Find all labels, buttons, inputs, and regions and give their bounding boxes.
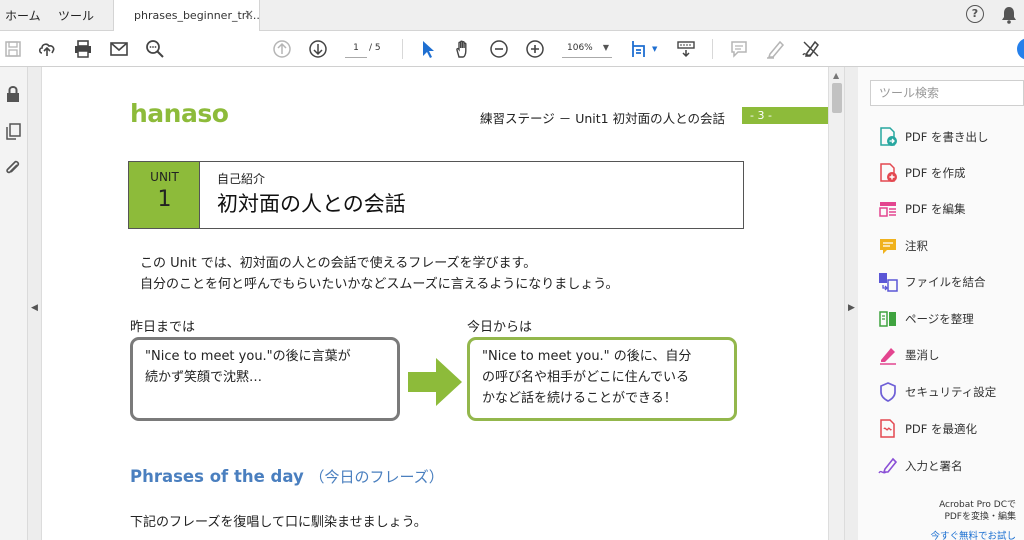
unit-subtitle: 自己紹介 bbox=[217, 172, 266, 186]
page-number-input[interactable]: 1 bbox=[345, 40, 367, 58]
zoom-value: 106% bbox=[567, 43, 593, 53]
before-bubble: "Nice to meet you."の後に言葉が 続かず笑顔で沈黙… bbox=[130, 337, 400, 421]
redact-icon bbox=[880, 348, 896, 365]
phrases-heading-jp: （今日のフレーズ） bbox=[309, 468, 444, 486]
tab-bar: ホーム ツール phrases_beginner_tri... × ? bbox=[0, 0, 1024, 32]
tool-label: ページを整理 bbox=[905, 312, 974, 326]
tool-label: PDF を書き出し bbox=[905, 130, 989, 144]
organize-pages-icon bbox=[879, 311, 896, 327]
nav-tab-home[interactable]: ホーム bbox=[5, 7, 41, 24]
bubble-line: の呼び名や相手がどこに住んでいる bbox=[482, 370, 689, 385]
help-icon[interactable]: ? bbox=[966, 5, 984, 23]
chevron-right-icon: ▶ bbox=[848, 303, 855, 313]
account-avatar[interactable] bbox=[1017, 38, 1024, 60]
right-panel-toggle[interactable]: ▶ bbox=[844, 67, 858, 540]
page-number-badge: - 3 - bbox=[742, 107, 828, 124]
copy-pages-icon[interactable] bbox=[3, 121, 23, 141]
chevron-left-icon: ◀ bbox=[31, 303, 38, 313]
tool-label: セキュリティ設定 bbox=[905, 385, 997, 399]
unit-banner: UNIT 1 自己紹介 初対面の人との会話 bbox=[128, 161, 744, 229]
bubble-line: "Nice to meet you."の後に言葉が bbox=[145, 349, 351, 364]
phrases-heading: Phrases of the day （今日のフレーズ） bbox=[130, 466, 444, 487]
export-pdf-icon bbox=[880, 127, 897, 146]
bubble-line: "Nice to meet you." の後に、自分 bbox=[482, 349, 692, 364]
unit-badge: UNIT 1 bbox=[129, 162, 200, 228]
tool-search-input[interactable]: ツール検索 bbox=[870, 80, 1024, 106]
zoom-search-icon[interactable] bbox=[145, 39, 165, 59]
zoom-out-icon[interactable] bbox=[489, 39, 509, 59]
highlight-icon[interactable] bbox=[765, 39, 785, 59]
hanaso-logo: hanaso bbox=[130, 99, 229, 128]
toolbar-divider bbox=[712, 39, 713, 59]
tool-label: 墨消し bbox=[905, 348, 940, 362]
document-page: hanaso 練習ステージ － Unit1 初対面の人との会話 - 3 - UN… bbox=[42, 67, 828, 540]
unit-title: 初対面の人との会話 bbox=[217, 192, 406, 216]
before-heading: 昨日までは bbox=[130, 320, 196, 335]
tool-label: PDF を編集 bbox=[905, 202, 966, 216]
bubble-line: 続かず笑顔で沈黙… bbox=[145, 370, 263, 385]
lock-icon[interactable] bbox=[3, 84, 23, 104]
tool-label: 入力と署名 bbox=[905, 459, 963, 473]
tool-label: PDF を作成 bbox=[905, 166, 966, 180]
document-tab[interactable]: phrases_beginner_tri... × bbox=[113, 0, 260, 32]
document-tab-title: phrases_beginner_tri... bbox=[134, 9, 260, 22]
select-arrow-icon[interactable] bbox=[418, 39, 438, 59]
instruction-text: 下記のフレーズを復唱して口に馴染ませましょう。 bbox=[130, 515, 427, 530]
hand-icon[interactable] bbox=[453, 39, 473, 59]
free-trial-link[interactable]: 今すぐ無料でお試し bbox=[930, 528, 1016, 540]
left-panel-toggle[interactable]: ◀ bbox=[28, 67, 42, 540]
bubble-line: かなど話を続けることができる！ bbox=[482, 391, 677, 406]
optimize-pdf-icon bbox=[880, 419, 895, 438]
scrollbar-thumb[interactable] bbox=[832, 83, 842, 113]
intro-line: この Unit では、初対面の人との会話で使えるフレーズを学びます。 bbox=[140, 256, 537, 271]
tool-label: 注釈 bbox=[905, 239, 928, 253]
unit-label: UNIT bbox=[150, 170, 179, 184]
upload-icon[interactable] bbox=[37, 39, 57, 59]
scroll-mode-icon[interactable] bbox=[676, 39, 696, 59]
after-bubble: "Nice to meet you." の後に、自分 の呼び名や相手がどこに住ん… bbox=[467, 337, 737, 421]
zoom-in-icon[interactable] bbox=[525, 39, 545, 59]
toolbar-divider bbox=[402, 39, 403, 59]
after-heading: 今日からは bbox=[467, 320, 533, 335]
bell-icon[interactable] bbox=[1001, 6, 1017, 24]
chevron-down-icon: ▼ bbox=[602, 43, 609, 52]
fit-page-icon[interactable] bbox=[630, 39, 650, 59]
save-icon[interactable] bbox=[3, 39, 23, 59]
vertical-scrollbar[interactable]: ▲ bbox=[828, 67, 844, 540]
tools-panel: ツール検索 PDF を書き出し PDF を作成 PDF を編集 注釈 ファイルを… bbox=[858, 67, 1024, 540]
close-tab-icon[interactable]: × bbox=[244, 7, 254, 21]
toolbar: 1 / 5 106% ▼ ▼ bbox=[0, 31, 1024, 67]
intro-line: 自分のことを何と呼んでもらいたいかなどスムーズに言えるようになりましょう。 bbox=[140, 277, 619, 292]
promo-line: Acrobat Pro DCで bbox=[939, 500, 1016, 510]
scroll-up-icon[interactable]: ▲ bbox=[833, 71, 839, 80]
unit-number: 1 bbox=[157, 187, 172, 212]
nav-tab-tools[interactable]: ツール bbox=[58, 7, 94, 24]
shield-icon bbox=[880, 382, 896, 402]
zoom-select[interactable]: 106% ▼ bbox=[562, 40, 612, 58]
promo-text: Acrobat Pro DCで PDFを変換・編集 bbox=[939, 499, 1016, 523]
fill-sign-icon bbox=[878, 457, 898, 474]
email-icon[interactable] bbox=[109, 39, 129, 59]
page-down-icon[interactable] bbox=[308, 39, 328, 59]
phrases-heading-en: Phrases of the day bbox=[130, 467, 304, 486]
edit-pdf-icon bbox=[879, 202, 896, 217]
left-rail bbox=[0, 67, 28, 540]
print-icon[interactable] bbox=[73, 39, 93, 59]
combine-files-icon bbox=[879, 273, 898, 292]
comment-icon bbox=[880, 239, 896, 254]
right-arrow-icon bbox=[408, 358, 462, 406]
page-header-title: 練習ステージ － Unit1 初対面の人との会話 bbox=[480, 111, 725, 126]
sign-icon[interactable] bbox=[801, 39, 821, 59]
attachment-icon[interactable] bbox=[3, 158, 23, 178]
page-total: / 5 bbox=[369, 43, 381, 53]
page-up-icon[interactable] bbox=[272, 39, 292, 59]
tool-label: ファイルを結合 bbox=[905, 275, 986, 289]
comment-icon[interactable] bbox=[729, 39, 749, 59]
create-pdf-icon bbox=[880, 163, 897, 182]
tool-label: PDF を最適化 bbox=[905, 422, 978, 436]
fit-page-menu-icon[interactable]: ▼ bbox=[652, 45, 657, 53]
promo-line: PDFを変換・編集 bbox=[944, 512, 1016, 522]
